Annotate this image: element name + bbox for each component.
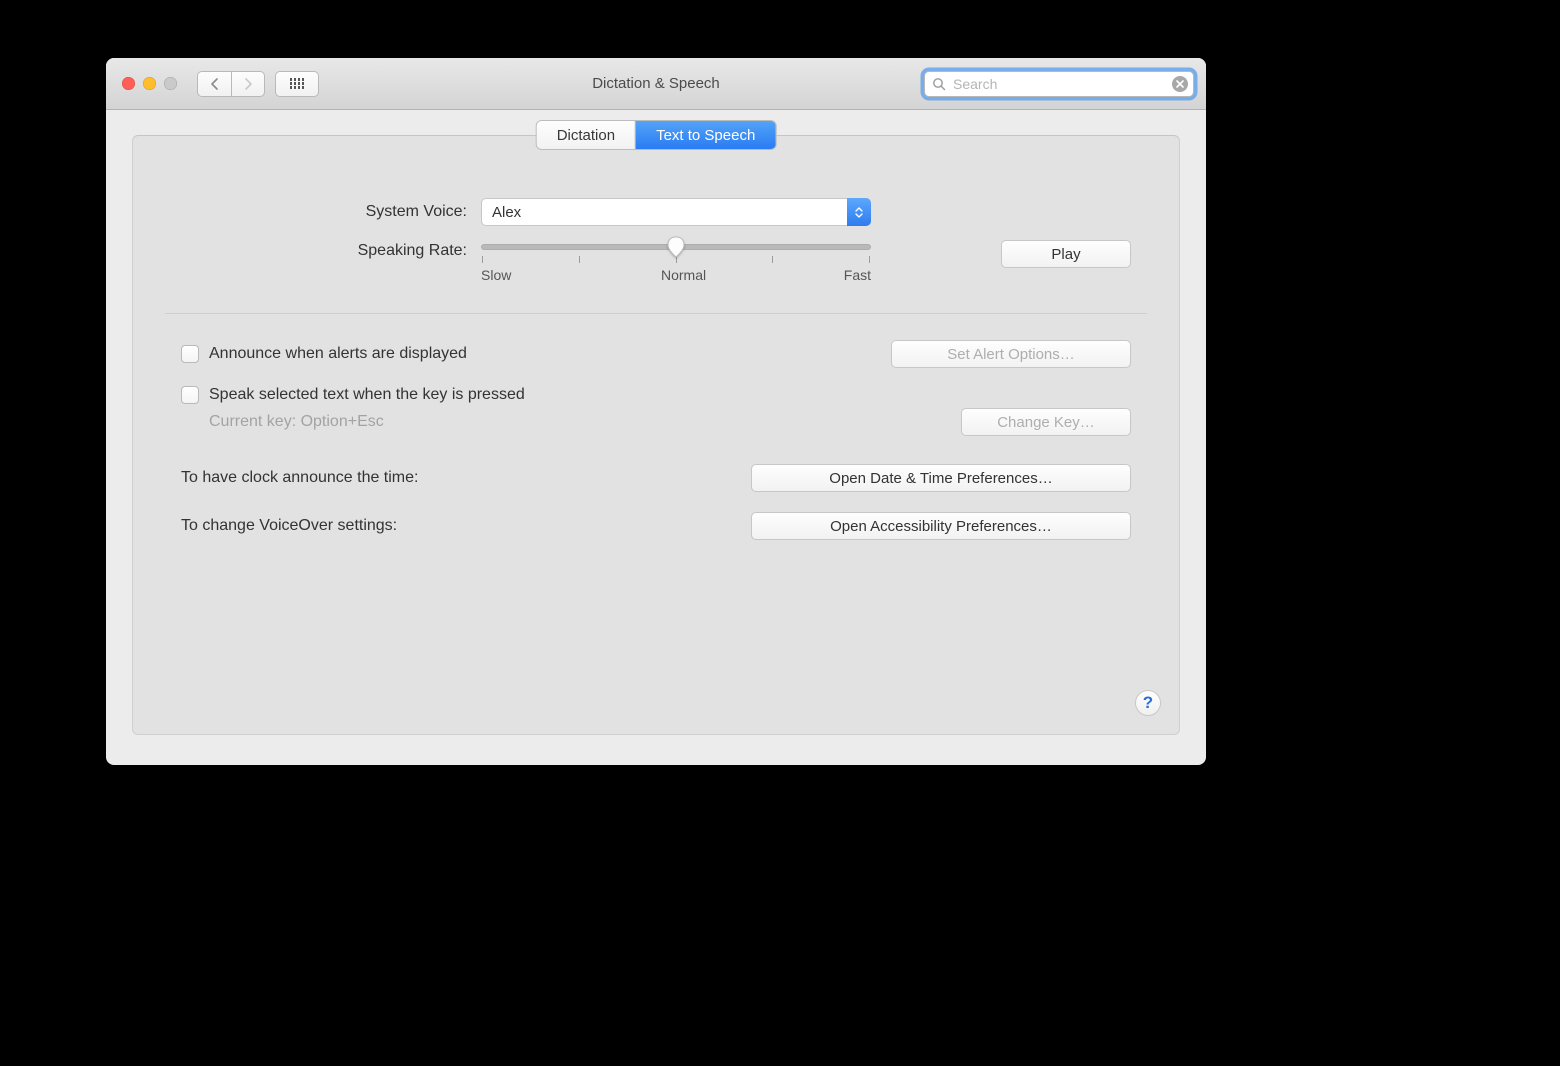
slider-label-normal: Normal	[661, 267, 706, 283]
slider-label-slow: Slow	[481, 267, 511, 283]
search-wrap	[924, 71, 1194, 97]
play-button[interactable]: Play	[1001, 240, 1131, 268]
forward-button[interactable]	[231, 71, 265, 97]
select-stepper-icon	[847, 198, 871, 226]
announce-alerts-checkbox[interactable]	[181, 345, 199, 363]
titlebar: Dictation & Speech	[106, 58, 1206, 110]
grid-icon	[290, 78, 305, 89]
divider	[165, 313, 1147, 314]
tab-dictation[interactable]: Dictation	[537, 121, 636, 149]
speak-selected-label: Speak selected text when the key is pres…	[209, 386, 525, 404]
system-voice-label: System Voice:	[181, 203, 481, 221]
set-alert-options-button[interactable]: Set Alert Options…	[891, 340, 1131, 368]
minimize-window-button[interactable]	[143, 77, 156, 90]
slider-label-fast: Fast	[844, 267, 871, 283]
chevron-left-icon	[210, 78, 219, 90]
show-all-button[interactable]	[275, 71, 319, 97]
back-button[interactable]	[197, 71, 231, 97]
preferences-window: Dictation & Speech Dictation Text to Spe…	[106, 58, 1206, 765]
announce-alerts-label: Announce when alerts are displayed	[209, 345, 467, 363]
voiceover-row: To change VoiceOver settings: Open Acces…	[181, 512, 1131, 540]
change-key-button[interactable]: Change Key…	[961, 408, 1131, 436]
current-key-row: Current key: Option+Esc Change Key…	[209, 408, 1131, 436]
clock-row: To have clock announce the time: Open Da…	[181, 464, 1131, 492]
search-input[interactable]	[924, 71, 1194, 97]
chevron-right-icon	[244, 78, 253, 90]
speaking-rate-slider[interactable]: Slow Normal Fast	[481, 240, 871, 283]
form-area: System Voice: Alex Speaking Rate:	[181, 136, 1131, 540]
slider-tick-labels: Slow Normal Fast	[481, 267, 871, 283]
slider-thumb[interactable]	[666, 236, 686, 258]
x-icon	[1176, 80, 1184, 88]
system-voice-row: System Voice: Alex	[181, 198, 1131, 226]
voiceover-label: To change VoiceOver settings:	[181, 517, 397, 535]
tab-text-to-speech[interactable]: Text to Speech	[636, 121, 775, 149]
speak-selected-row: Speak selected text when the key is pres…	[181, 386, 1131, 404]
content-panel: Dictation Text to Speech System Voice: A…	[132, 135, 1180, 735]
system-voice-select[interactable]: Alex	[481, 198, 871, 226]
clock-label: To have clock announce the time:	[181, 469, 418, 487]
tab-selector: Dictation Text to Speech	[537, 121, 776, 149]
speaking-rate-row: Speaking Rate: Slow Normal Fast	[181, 240, 1131, 283]
clear-search-button[interactable]	[1172, 76, 1188, 92]
nav-group	[197, 71, 265, 97]
window-controls	[122, 77, 177, 90]
announce-alerts-row: Announce when alerts are displayed Set A…	[181, 340, 1131, 368]
search-icon	[932, 77, 946, 91]
speaking-rate-label: Speaking Rate:	[181, 240, 481, 260]
speak-selected-checkbox[interactable]	[181, 386, 199, 404]
open-accessibility-button[interactable]: Open Accessibility Preferences…	[751, 512, 1131, 540]
slider-track	[481, 244, 871, 250]
system-voice-value: Alex	[481, 198, 871, 226]
close-window-button[interactable]	[122, 77, 135, 90]
zoom-window-button[interactable]	[164, 77, 177, 90]
help-button[interactable]: ?	[1135, 690, 1161, 716]
open-date-time-button[interactable]: Open Date & Time Preferences…	[751, 464, 1131, 492]
current-key-label: Current key: Option+Esc	[209, 413, 384, 431]
